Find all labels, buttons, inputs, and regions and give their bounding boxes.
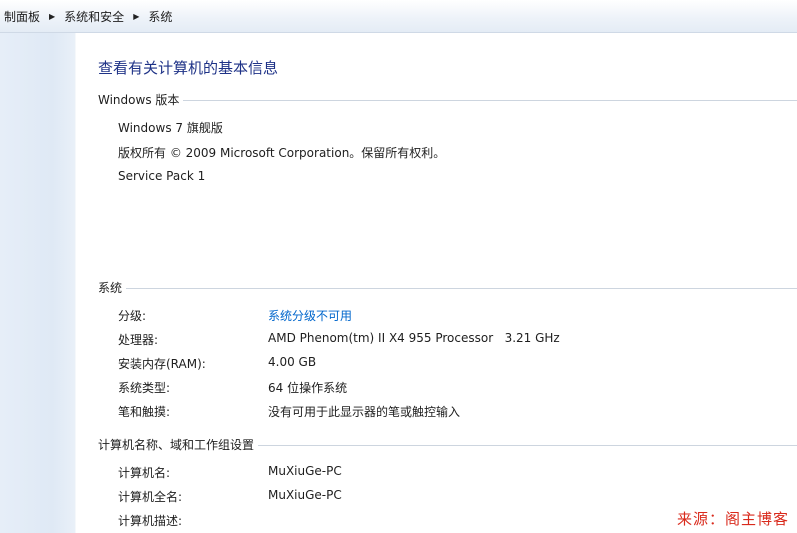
row-value: 没有可用于此显示器的笔或触控输入: [268, 405, 461, 419]
breadcrumb-item-system[interactable]: 系统: [144, 8, 176, 25]
breadcrumb-item-system-security[interactable]: 系统和安全: [60, 8, 128, 25]
chevron-right-icon[interactable]: ▶: [44, 12, 60, 21]
row-label: 计算机名:: [118, 466, 171, 480]
breadcrumb-item-control-panel[interactable]: 制面板: [0, 8, 44, 25]
computer-row-full-name: 计算机全名: MuXiuGe-PC: [118, 488, 778, 505]
service-pack-text: Service Pack 1: [118, 169, 206, 183]
row-label: 处理器:: [118, 333, 159, 347]
page-title: 查看有关计算机的基本信息: [98, 59, 279, 77]
row-label: 安装内存(RAM):: [118, 357, 206, 371]
section-heading: 计算机名称、域和工作组设置: [98, 437, 255, 452]
section-heading: Windows 版本: [98, 92, 180, 107]
row-label: 分级:: [118, 309, 147, 323]
row-value: AMD Phenom(tm) II X4 955 Processor 3.21 …: [268, 331, 560, 345]
section-heading: 系统: [98, 280, 123, 295]
section-divider: [126, 287, 797, 289]
watermark-text: 来源：阁主博客: [676, 510, 789, 528]
section-divider: [258, 444, 797, 446]
row-label: 系统类型:: [118, 381, 171, 395]
row-label: 计算机全名:: [118, 490, 183, 504]
system-row-type: 系统类型: 64 位操作系统: [118, 379, 778, 396]
row-value: MuXiuGe-PC: [268, 488, 342, 502]
windows-edition-name: Windows 7 旗舰版: [118, 121, 223, 135]
row-label: 笔和触摸:: [118, 405, 171, 419]
section-divider: [183, 99, 797, 101]
row-label: 计算机描述:: [118, 514, 183, 528]
row-value: 64 位操作系统: [268, 381, 348, 395]
system-row-processor: 处理器: AMD Phenom(tm) II X4 955 Processor …: [118, 331, 778, 348]
row-value: MuXiuGe-PC: [268, 464, 342, 478]
rating-unavailable-link[interactable]: 系统分级不可用: [268, 307, 352, 324]
copyright-text: 版权所有 © 2009 Microsoft Corporation。保留所有权利…: [118, 146, 446, 160]
section-computer-name: 计算机名称、域和工作组设置: [98, 437, 797, 452]
breadcrumb: 制面板 ▶ 系统和安全 ▶ 系统: [0, 0, 176, 32]
main-content: 查看有关计算机的基本信息 Windows 版本 Windows 7 旗舰版 版权…: [76, 33, 797, 533]
system-row-ram: 安装内存(RAM): 4.00 GB: [118, 355, 778, 372]
section-windows-edition: Windows 版本: [98, 92, 797, 107]
system-row-pen-touch: 笔和触摸: 没有可用于此显示器的笔或触控输入: [118, 403, 778, 420]
chevron-right-icon[interactable]: ▶: [128, 12, 144, 21]
section-system: 系统: [98, 280, 797, 295]
computer-row-name: 计算机名: MuXiuGe-PC: [118, 464, 778, 481]
system-row-rating: 分级: 系统分级不可用: [118, 307, 778, 324]
row-value: 4.00 GB: [268, 355, 317, 369]
address-bar: 制面板 ▶ 系统和安全 ▶ 系统: [0, 0, 797, 33]
left-navigation-pane: [0, 33, 75, 533]
